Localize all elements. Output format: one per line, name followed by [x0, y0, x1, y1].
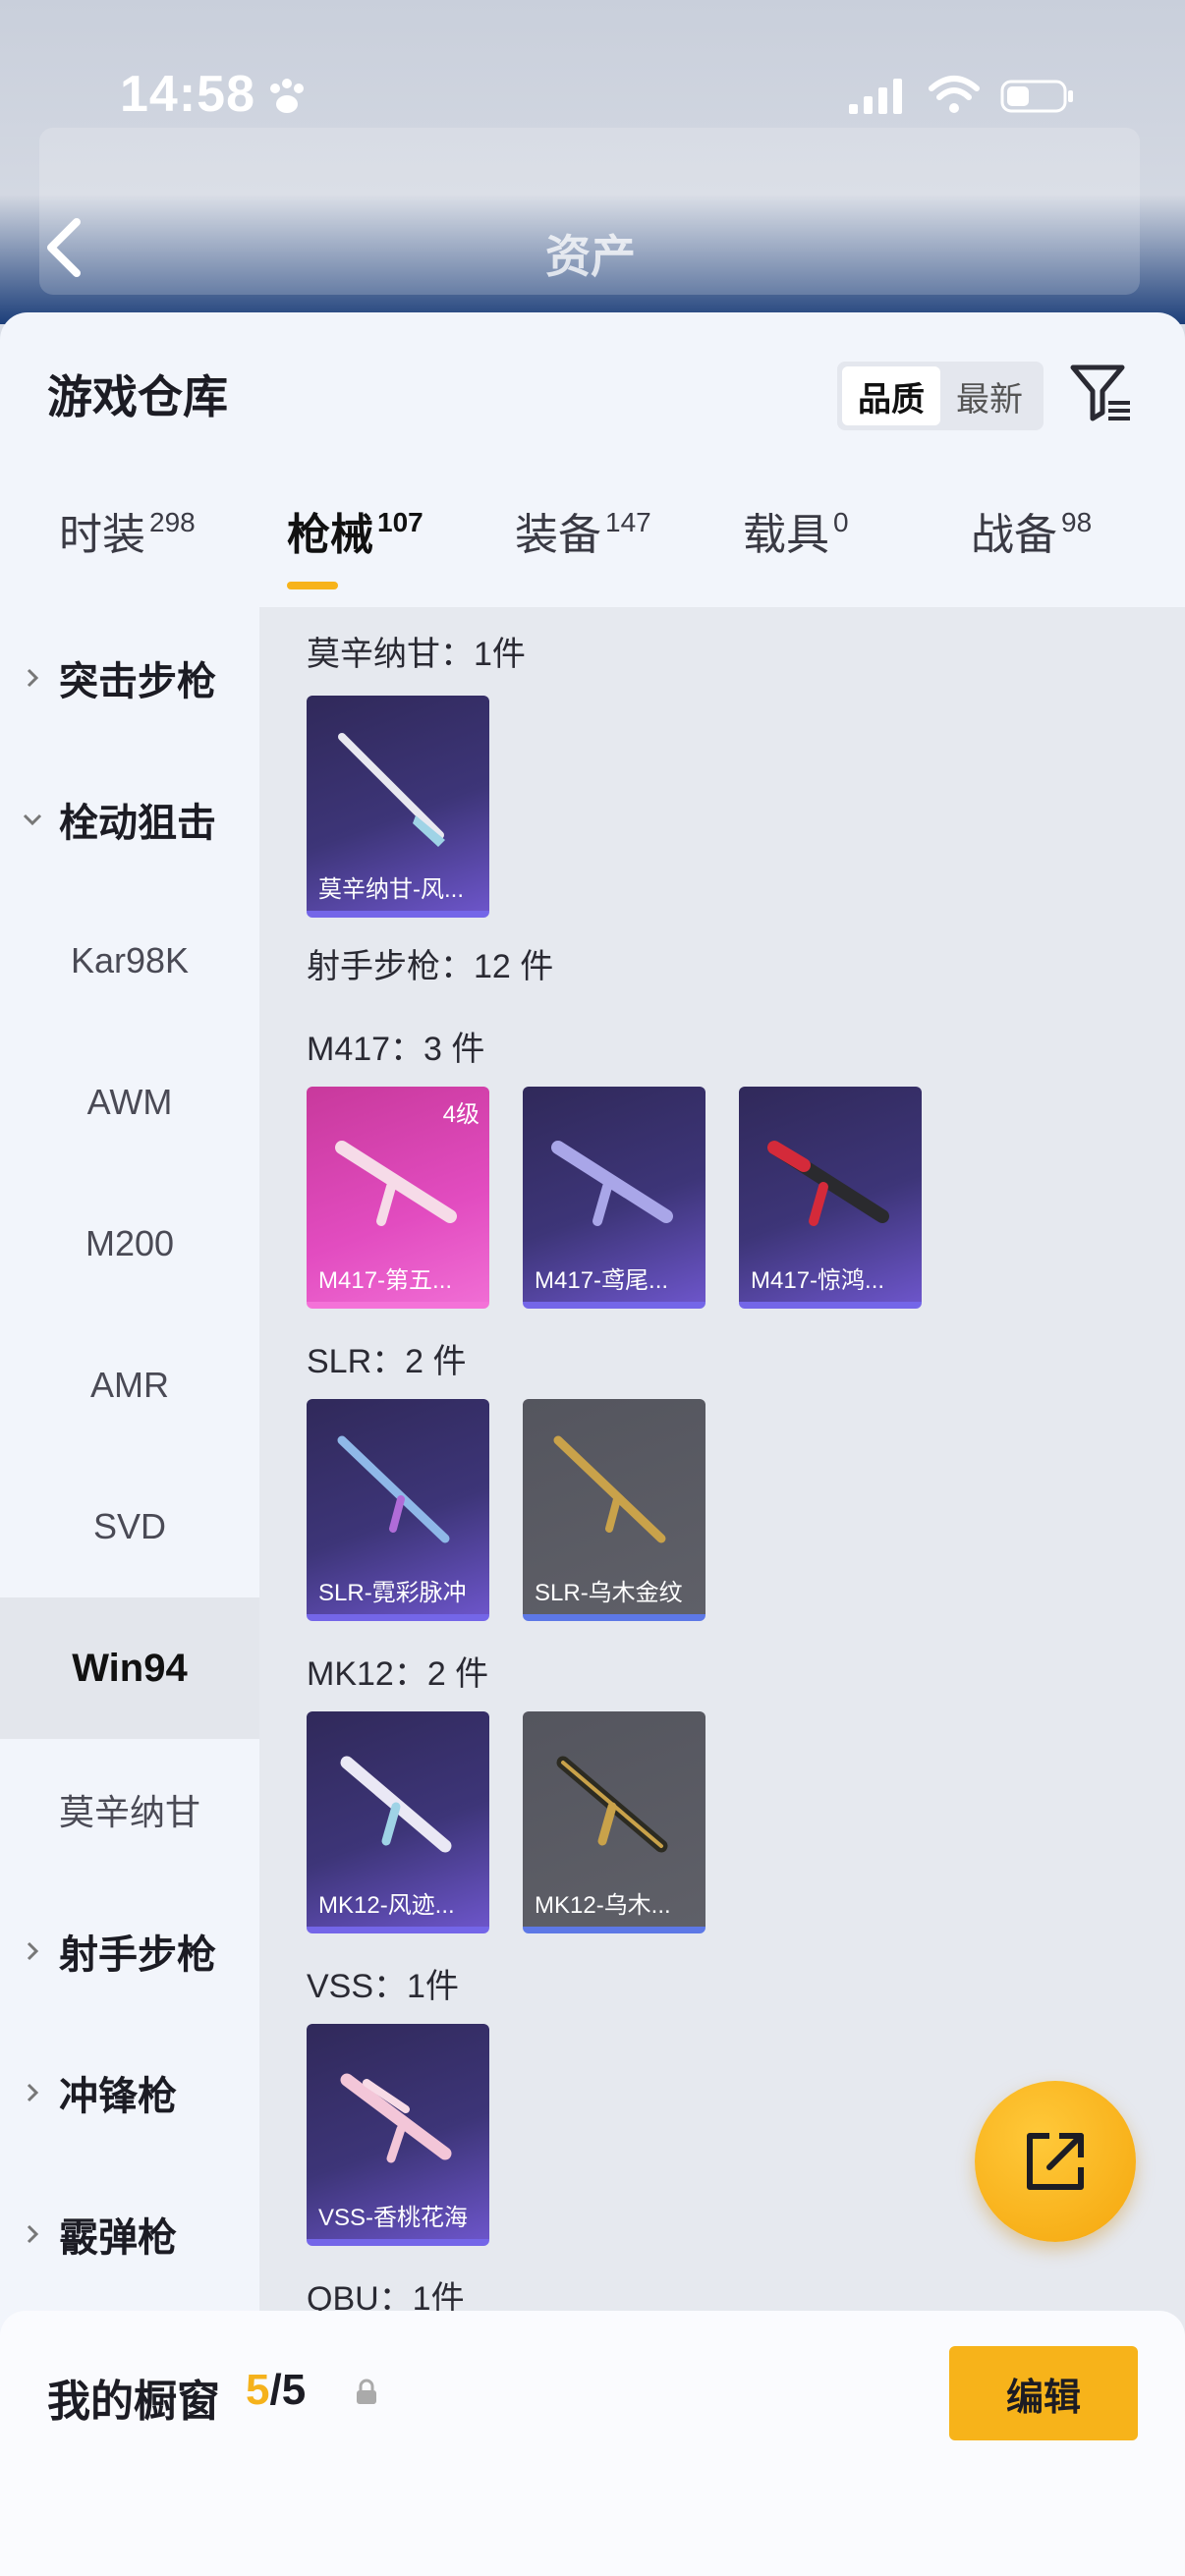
showcase-bar: 我的橱窗 5/5 编辑: [0, 2311, 1185, 2576]
sidebar-item-bolt-sniper[interactable]: 栓动狙击: [0, 749, 259, 890]
sidebar-item-amr[interactable]: AMR: [0, 1315, 259, 1456]
sort-newest-button[interactable]: 最新: [940, 366, 1039, 425]
weapon-card-mk12-2[interactable]: MK12-乌木...: [523, 1711, 705, 1933]
section-label-mosin: 莫辛纳甘：1件: [307, 636, 526, 673]
section-label-vss: VSS：1件: [307, 1968, 459, 2005]
chevron-right-icon: [27, 2083, 39, 2102]
weapon-card-label: MK12-风迹...: [318, 1892, 455, 1919]
weapon-card-label: 莫辛纳甘-风...: [318, 876, 464, 903]
showcase-label: 我的橱窗: [47, 2378, 220, 2426]
weapon-card-m417-3[interactable]: M417-惊鸿...: [739, 1087, 922, 1309]
weapon-card-m417-2[interactable]: M417-鸢尾...: [523, 1087, 705, 1309]
weapon-card-label: M417-惊鸿...: [751, 1267, 885, 1294]
weapon-card-label: M417-第五...: [318, 1267, 453, 1294]
sidebar-item-assault-rifle[interactable]: 突击步枪: [0, 607, 259, 749]
signal-icon: [849, 79, 902, 114]
tab-guns[interactable]: 枪械 107: [287, 499, 423, 562]
weapon-card-slr-2[interactable]: SLR-乌木金纹: [523, 1399, 705, 1621]
weapon-card-slr-1[interactable]: SLR-霓彩脉冲: [307, 1399, 489, 1621]
weapon-card-m417-1[interactable]: 4级 M417-第五...: [307, 1087, 489, 1309]
showcase-count: 5/5: [246, 2366, 307, 2414]
edit-button[interactable]: 编辑: [949, 2346, 1138, 2440]
rifle-icon: [337, 1435, 450, 1543]
chevron-down-icon: [23, 813, 42, 826]
share-button[interactable]: [975, 2081, 1136, 2242]
sidebar-item-m200[interactable]: M200: [0, 1173, 259, 1315]
sidebar-item-awm[interactable]: AWM: [0, 1032, 259, 1173]
rifle-icon: [556, 1756, 668, 1853]
weapon-card-label: SLR-乌木金纹: [535, 1580, 683, 1606]
weapon-card-vss[interactable]: VSS-香桃花海: [307, 2024, 489, 2246]
back-arrow-icon[interactable]: [39, 216, 92, 279]
chevron-right-icon: [27, 668, 39, 688]
category-tabs: 时装 298 枪械 107 装备 147 载具 0 战备 98: [0, 499, 1185, 597]
status-time: 14:58: [120, 66, 255, 123]
weapon-card-mosin[interactable]: 莫辛纳甘-风...: [307, 696, 489, 918]
section-label-mk12: MK12：2 件: [307, 1655, 489, 1693]
weapon-card-mk12-1[interactable]: MK12-风迹...: [307, 1711, 489, 1933]
lock-icon: [357, 2379, 376, 2404]
sort-quality-button[interactable]: 品质: [842, 366, 940, 425]
rifle-icon: [553, 1435, 666, 1543]
sidebar-item-win94[interactable]: Win94: [0, 1597, 259, 1739]
tab-equipment[interactable]: 装备 147: [515, 499, 651, 562]
filter-icon[interactable]: [1069, 362, 1134, 424]
weapon-card-label: M417-鸢尾...: [535, 1267, 669, 1294]
warehouse-sheet: 游戏仓库 品质 最新 时装 298 枪械 107 装备 147 载具 0 战备 98 突击…: [0, 312, 1185, 2576]
sidebar-item-mosin[interactable]: 莫辛纳甘: [0, 1739, 259, 1880]
rifle-icon: [335, 1141, 457, 1226]
weapon-sidebar: 突击步枪 栓动狙击 Kar98K AWM M200 AMR SVD Win94 …: [0, 607, 259, 2336]
header-background: 14:58 资产: [0, 0, 1185, 324]
paw-icon: [270, 79, 304, 113]
section-label-m417: M417：3 件: [307, 1031, 485, 1068]
share-icon: [1027, 2133, 1084, 2190]
chevron-right-icon: [27, 1941, 39, 1961]
weapon-card-label: SLR-霓彩脉冲: [318, 1580, 467, 1606]
rifle-icon: [551, 1141, 673, 1226]
wifi-icon: [929, 76, 980, 113]
page-title: 资产: [545, 231, 636, 282]
tab-fashion[interactable]: 时装 298: [59, 499, 196, 562]
section-label-marksman: 射手步枪：12 件: [307, 948, 554, 985]
active-tab-indicator: [287, 582, 338, 589]
weapon-card-label: MK12-乌木...: [535, 1892, 671, 1919]
sidebar-item-shotgun[interactable]: 霰弹枪: [0, 2163, 259, 2305]
warehouse-title: 游戏仓库: [47, 371, 228, 422]
rifle-icon: [338, 733, 445, 847]
tab-supplies[interactable]: 战备 98: [971, 499, 1092, 562]
weapon-list: 莫辛纳甘：1件 莫辛纳甘-风... 射手步枪：12 件 M417：3 件 4级 …: [259, 607, 1185, 2336]
tab-vehicles[interactable]: 载具 0: [743, 499, 849, 562]
section-label-slr: SLR：2 件: [307, 1343, 467, 1380]
weapon-card-label: VSS-香桃花海: [318, 2205, 469, 2231]
sidebar-item-smg[interactable]: 冲锋枪: [0, 2022, 259, 2163]
sidebar-item-kar98k[interactable]: Kar98K: [0, 890, 259, 1032]
rifle-icon: [340, 1756, 452, 1853]
chevron-right-icon: [27, 2224, 39, 2244]
sidebar-item-svd[interactable]: SVD: [0, 1456, 259, 1597]
rifle-icon: [767, 1141, 889, 1226]
sort-toggle: 品质 最新: [837, 362, 1044, 430]
rifle-icon: [340, 2073, 452, 2163]
battery-icon: [1000, 80, 1073, 113]
sidebar-item-marksman[interactable]: 射手步枪: [0, 1880, 259, 2022]
